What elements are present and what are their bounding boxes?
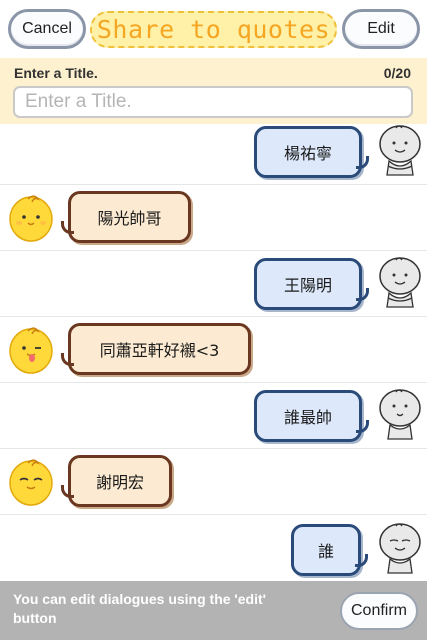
top-bar: Cancel Share to quotes Edit: [0, 0, 427, 58]
chat-row: 同蕭亞軒好襯<3: [0, 317, 427, 383]
message-bubble-left[interactable]: 同蕭亞軒好襯<3: [61, 323, 251, 375]
grey-doodle-avatar-icon: [379, 125, 421, 176]
chat-row: 王陽明: [0, 251, 427, 317]
edit-button[interactable]: Edit: [342, 9, 420, 49]
message-bubble-right[interactable]: 誰最帥: [254, 390, 369, 442]
grey-doodle-avatar-icon: [379, 257, 421, 308]
yellow-chick-tongue-avatar-icon: [9, 327, 53, 374]
message-bubble-right[interactable]: 楊祐寧: [254, 126, 369, 178]
page-title: Share to quotes: [90, 11, 337, 48]
chat-row: 楊祐寧: [0, 124, 427, 185]
yellow-chick-avatar-icon: [9, 459, 53, 506]
confirm-button[interactable]: Confirm: [340, 592, 418, 630]
message-bubble-right[interactable]: 王陽明: [254, 258, 369, 310]
title-entry-panel: Enter a Title. 0/20: [0, 58, 427, 124]
chat-row: 誰最帥: [0, 383, 427, 449]
grey-doodle-avatar-icon: [379, 523, 421, 574]
message-bubble-left[interactable]: 謝明宏: [61, 455, 172, 507]
cancel-button[interactable]: Cancel: [8, 9, 86, 49]
grey-doodle-avatar-icon: [379, 389, 421, 440]
chat-row: 謝明宏: [0, 449, 427, 515]
chat-row: 陽光帥哥: [0, 185, 427, 251]
message-bubble-right[interactable]: 誰: [291, 524, 368, 576]
chat-row: 誰: [0, 515, 427, 581]
edit-hint-text: You can edit dialogues using the 'edit' …: [13, 591, 266, 626]
title-char-counter: 0/20: [383, 65, 411, 81]
message-bubble-left[interactable]: 陽光帥哥: [61, 191, 191, 243]
title-label: Enter a Title.: [14, 65, 98, 81]
yellow-chick-avatar-icon: [9, 195, 53, 242]
bottom-bar: You can edit dialogues using the 'edit' …: [0, 581, 427, 640]
title-input[interactable]: [13, 86, 413, 118]
